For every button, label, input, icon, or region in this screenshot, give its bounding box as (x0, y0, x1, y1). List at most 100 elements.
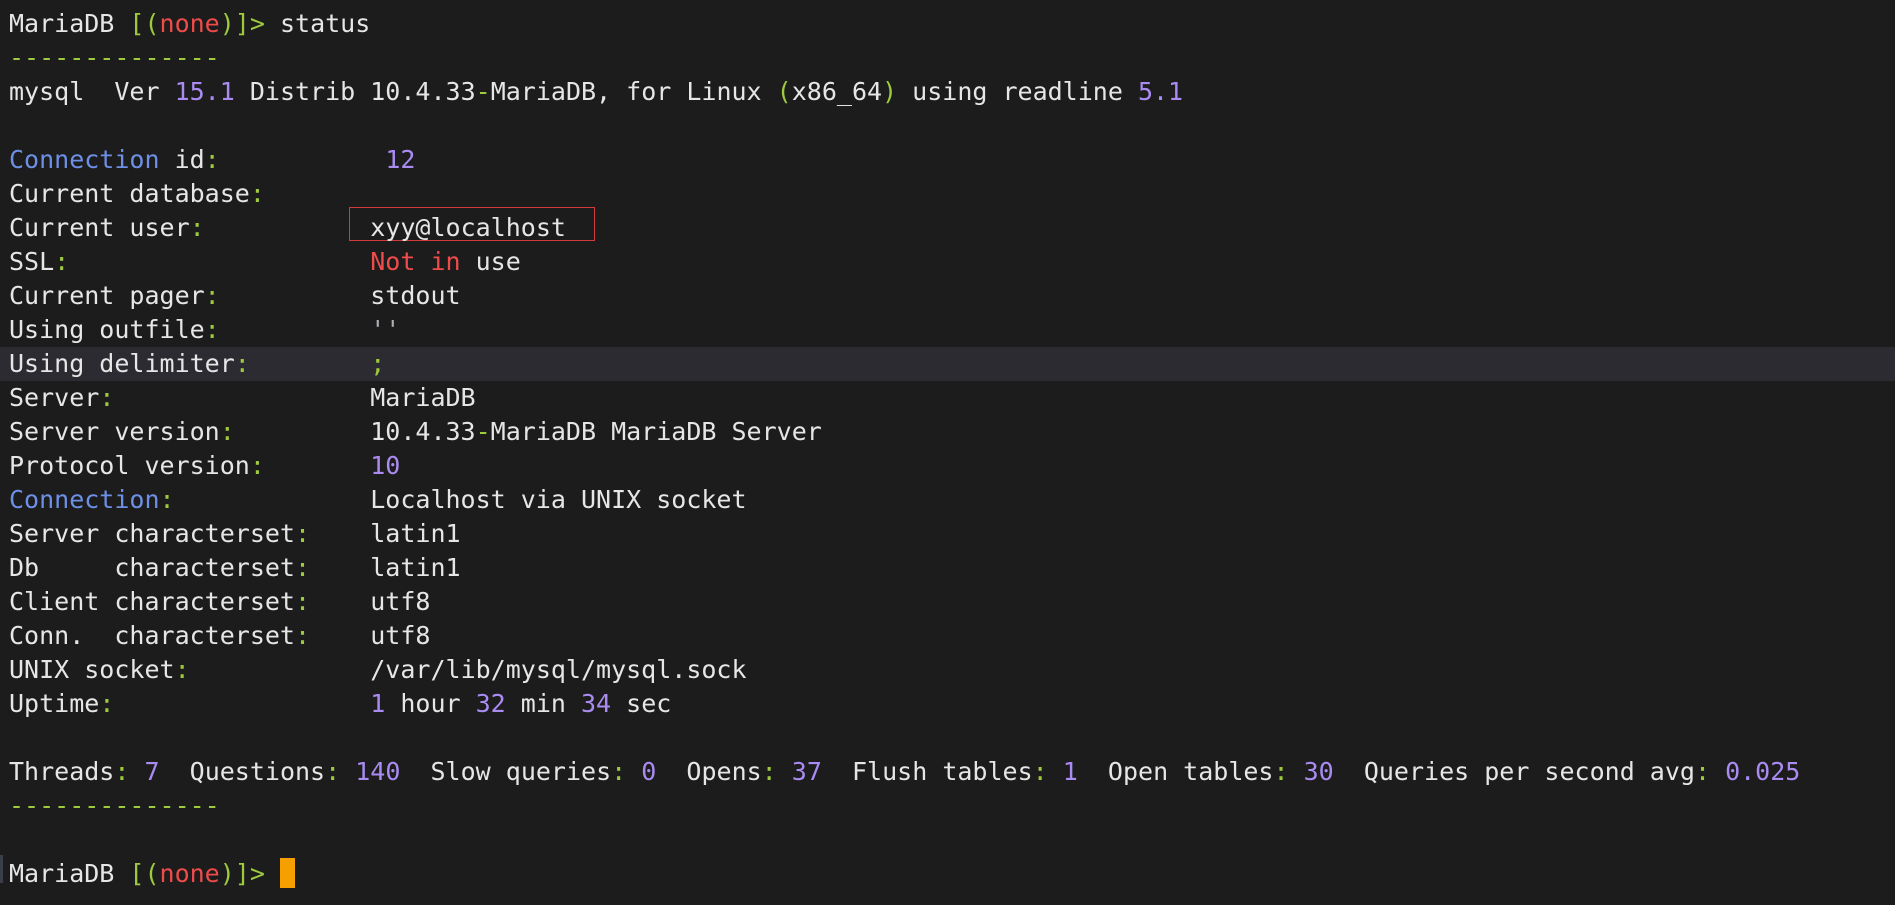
text-segment: none (159, 9, 220, 38)
text-segment: status (279, 9, 371, 38)
text-segment: MariaDB (114, 383, 476, 412)
using-delimiter-line: Using delimiter: ; (0, 347, 1895, 381)
text-segment: -------------- (9, 791, 220, 820)
text-segment: Connection (9, 485, 160, 514)
text-segment: ( (776, 77, 792, 106)
text-segment: Conn. characterset (9, 621, 295, 650)
text-segment: -------------- (9, 43, 220, 72)
text-segment: : (99, 383, 115, 412)
text-segment: hour (385, 689, 476, 718)
text-segment: Server version (9, 417, 220, 446)
text-segment: UNIX socket (9, 655, 175, 684)
text-segment: 30 (1303, 757, 1334, 786)
text-segment: /var/lib/mysql/mysql.sock (189, 655, 747, 684)
text-segment: : (159, 485, 175, 514)
text-segment: MariaDB, for Linux (490, 77, 777, 106)
text-segment: Using delimiter (9, 349, 235, 378)
prompt-line: MariaDB [(none)]> (0, 857, 1895, 891)
current-user-line: Current user: xyy@localhost (0, 211, 1895, 245)
text-segment (114, 689, 370, 718)
text-segment: : (249, 451, 265, 480)
text-segment: : (294, 621, 311, 650)
text-segment (129, 757, 144, 786)
text-segment (626, 757, 641, 786)
text-segment (205, 213, 371, 242)
current-database-line: Current database: (0, 177, 1895, 211)
text-segment: Protocol version (9, 451, 250, 480)
client-charset-line: Client characterset: utf8 (0, 585, 1895, 619)
text-segment: : (1273, 757, 1289, 786)
text-segment: 1 (1062, 757, 1078, 786)
terminal-window[interactable]: MariaDB [(none)]> status -------------- my… (0, 0, 1895, 905)
text-segment: Server (9, 383, 100, 412)
text-segment: )]> (219, 9, 280, 38)
text-cursor[interactable] (279, 858, 295, 888)
db-charset-line: Db characterset: latin1 (0, 551, 1895, 585)
text-segment: - (475, 77, 491, 106)
text-segment: Queries per second avg (1333, 757, 1695, 786)
text-segment: '' (370, 315, 401, 344)
text-segment: : (189, 213, 205, 242)
text-segment: 34 (581, 689, 612, 718)
current-pager-line: Current pager: stdout (0, 279, 1895, 313)
text-segment: Opens (656, 757, 762, 786)
text-segment: Localhost via UNIX socket (174, 485, 747, 514)
text-segment: : (114, 757, 130, 786)
text-segment: 7 (144, 757, 160, 786)
text-segment: : (1032, 757, 1048, 786)
text-segment: Server characterset (9, 519, 295, 548)
ssl-line: SSL: Not in use (0, 245, 1895, 279)
text-segment: utf8 (310, 621, 431, 650)
connection-line: Connection: Localhost via UNIX socket (0, 483, 1895, 517)
text-segment: 15.1 (174, 77, 235, 106)
stats-line: Threads: 7 Questions: 140 Slow queries: … (0, 755, 1895, 789)
text-segment: Threads (9, 757, 115, 786)
text-segment: Connection (9, 145, 160, 174)
text-segment: : (294, 553, 311, 582)
text-segment: Uptime (9, 689, 100, 718)
text-segment: Db characterset (9, 553, 295, 582)
text-segment (250, 349, 370, 378)
text-segment: 37 (791, 757, 822, 786)
version-line: mysql Ver 15.1 Distrib 10.4.33-MariaDB, … (0, 75, 1895, 109)
text-segment: 0 (641, 757, 657, 786)
text-segment: : (294, 587, 311, 616)
text-segment: utf8 (310, 587, 431, 616)
text-segment (1289, 757, 1304, 786)
separator-line: -------------- (0, 789, 1895, 823)
text-segment: using readline (897, 77, 1138, 106)
text-segment: 0.025 (1725, 757, 1801, 786)
text-segment: 1 (370, 689, 386, 718)
text-segment: 32 (475, 689, 506, 718)
connection-id-line: Connection id: 12 (0, 143, 1895, 177)
text-segment: none (159, 859, 220, 888)
text-segment (220, 145, 386, 174)
text-segment: : (204, 315, 220, 344)
text-segment: : (611, 757, 627, 786)
text-segment: : (54, 247, 70, 276)
uptime-line: Uptime: 1 hour 32 min 34 sec (0, 687, 1895, 721)
text-segment: MariaDB (9, 9, 130, 38)
text-segment: - (475, 417, 491, 446)
text-segment (220, 315, 371, 344)
text-segment: id (159, 145, 205, 174)
text-segment: latin1 (310, 519, 461, 548)
text-segment (777, 757, 792, 786)
server-version-line: Server version: 10.4.33-MariaDB MariaDB … (0, 415, 1895, 449)
text-segment: : (294, 519, 311, 548)
text-segment: : (99, 689, 115, 718)
text-segment: 5.1 (1137, 77, 1184, 106)
text-segment: Not in (370, 247, 461, 276)
text-segment: : (249, 179, 265, 208)
text-segment (265, 451, 370, 480)
text-segment: : (204, 145, 220, 174)
text-segment: latin1 (310, 553, 461, 582)
text-segment (1710, 757, 1725, 786)
text-segment: use (460, 247, 521, 276)
text-segment: Current pager (9, 281, 205, 310)
text-segment: min (505, 689, 581, 718)
separator-line: -------------- (0, 41, 1895, 75)
